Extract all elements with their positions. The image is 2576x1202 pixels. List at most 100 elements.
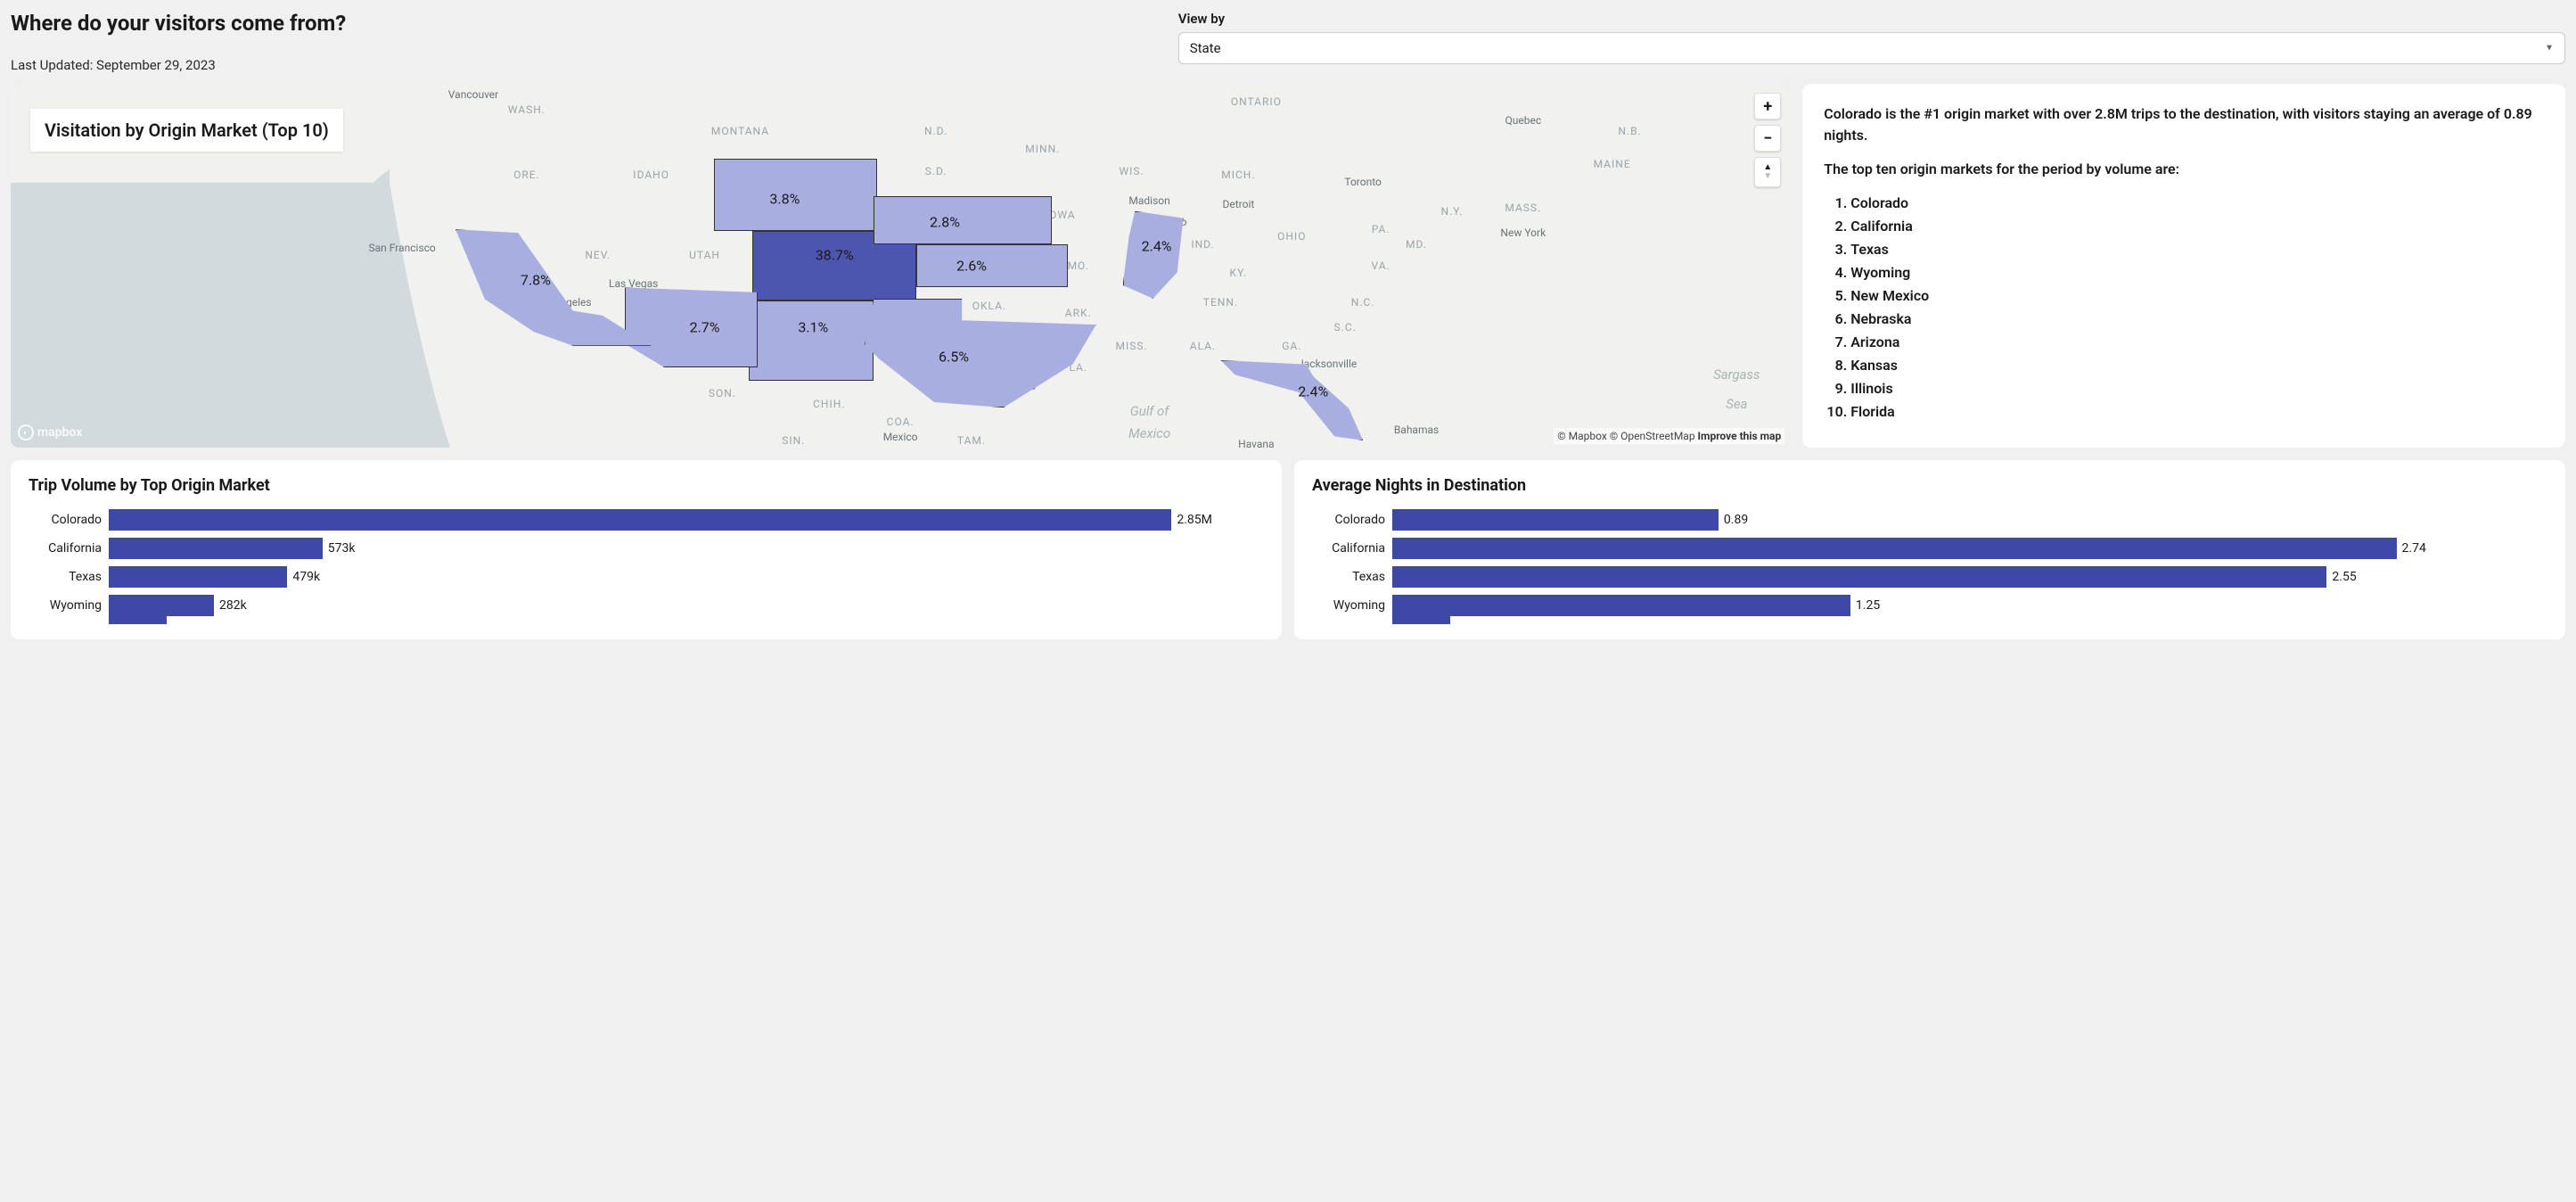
- bar-track: 479k: [109, 566, 1264, 588]
- state-kansas: [916, 244, 1068, 288]
- charts-row: Trip Volume by Top Origin Market Colorad…: [11, 460, 2565, 639]
- mapbox-logo: ◐ mapbox: [18, 424, 82, 440]
- bar-row: Wyoming 282k: [29, 593, 1264, 618]
- bg-state-label: S.D.: [925, 165, 948, 177]
- bg-state-label: KY.: [1230, 267, 1248, 279]
- list-item: Illinois: [1850, 378, 2544, 399]
- bar-row: California 573k: [29, 536, 1264, 561]
- bg-state-label: MO.: [1068, 259, 1089, 272]
- bg-state-label: SON.: [709, 387, 736, 399]
- bg-state-label: MISS.: [1116, 340, 1148, 352]
- chart-avg-nights: Average Nights in Destination Colorado0.…: [1294, 460, 2565, 639]
- bar-row: Colorado0.89: [1312, 507, 2547, 532]
- bar-track: 282k: [109, 595, 1264, 616]
- list-item: New Mexico: [1850, 285, 2544, 307]
- header-left: Where do your visitors come from? Last U…: [11, 11, 1161, 73]
- bar-fill: [1392, 509, 1719, 531]
- bar-value: 282k: [214, 598, 247, 613]
- bg-state-label: MICH.: [1221, 169, 1255, 181]
- bg-city-label: Detroit: [1222, 198, 1254, 210]
- bar-value: 573k: [323, 541, 356, 556]
- bar-track: 573k: [109, 538, 1264, 559]
- bg-state-label: PA.: [1372, 223, 1391, 235]
- attrib-improve[interactable]: Improve this map: [1698, 430, 1782, 442]
- bg-city-label: Vancouver: [448, 88, 498, 101]
- compass-button[interactable]: ▲▼: [1754, 157, 1781, 187]
- last-updated: Last Updated: September 29, 2023: [11, 57, 1161, 73]
- water-label: Gulf of: [1130, 403, 1169, 419]
- bg-state-label: MAINE: [1594, 158, 1631, 170]
- list-item: Kansas: [1850, 355, 2544, 376]
- bar-label: Texas: [29, 570, 109, 584]
- top-panels: 38.7%7.8%6.5%3.8%3.1%2.8%2.7%2.6%2.4%2.4…: [11, 84, 2565, 448]
- bar-label: Wyoming: [1312, 598, 1392, 613]
- water-label: Mexico: [1128, 425, 1170, 441]
- bar-track: 1.25: [1392, 595, 2547, 616]
- bar-track: 2.74: [1392, 538, 2547, 559]
- bg-state-label: OKLA.: [972, 300, 1006, 312]
- bar-track: 2.85M: [109, 509, 1264, 531]
- bg-city-label: Madison: [1128, 194, 1169, 207]
- zoom-in-button[interactable]: +: [1754, 93, 1781, 119]
- bg-state-label: MONTANA: [711, 125, 769, 137]
- chart-title-0: Trip Volume by Top Origin Market: [29, 476, 1264, 495]
- bar-row: Wyoming 1.25: [1312, 593, 2547, 618]
- attrib-osm[interactable]: © OpenStreetMap: [1610, 430, 1695, 442]
- bg-city-label: San Francisco: [369, 242, 436, 254]
- bar-value: 2.55: [2326, 570, 2356, 584]
- bar-value: 479k: [287, 570, 320, 584]
- bar-fill: [109, 538, 323, 559]
- bar-value: 1.25: [1850, 598, 1880, 613]
- bg-state-label: UTAH: [689, 249, 720, 261]
- chart-0-bars: Colorado2.85MCalifornia 573k Texas 479k Wyom…: [29, 507, 1264, 630]
- bar-label: Wyoming: [29, 598, 109, 613]
- info-panel: Colorado is the #1 origin market with ov…: [1802, 84, 2565, 448]
- list-item: Florida: [1850, 401, 2544, 423]
- bg-state-label: WIS.: [1120, 165, 1144, 177]
- water-label: Sargass: [1713, 366, 1760, 383]
- bg-state-label: TENN.: [1203, 296, 1238, 309]
- bar-label: Colorado: [29, 513, 109, 527]
- bar-label: California: [29, 541, 109, 556]
- bg-city-label: Toronto: [1344, 176, 1382, 188]
- bg-state-label: MINN.: [1025, 143, 1060, 155]
- page-title: Where do your visitors come from?: [11, 11, 1161, 36]
- bg-state-label: ALA.: [1190, 340, 1216, 352]
- bg-city-label: Bahamas: [1394, 424, 1439, 436]
- bg-state-label: ARK.: [1065, 307, 1092, 319]
- state-wyoming: [714, 159, 878, 232]
- chart-trip-volume: Trip Volume by Top Origin Market Colorad…: [11, 460, 1282, 639]
- mapbox-logo-text: mapbox: [37, 425, 82, 440]
- bar-fill: [109, 509, 1171, 531]
- bg-state-label: CHIH.: [813, 398, 845, 410]
- info-top10-list: ColoradoCaliforniaTexasWyomingNew Mexico…: [1824, 193, 2544, 423]
- list-item: Nebraska: [1850, 309, 2544, 330]
- bg-city-label: Quebec: [1505, 114, 1541, 127]
- bg-state-label: GA.: [1282, 340, 1301, 352]
- bar-track: 0.89: [1392, 509, 2547, 531]
- info-summary-1: Colorado is the #1 origin market with ov…: [1824, 103, 2544, 146]
- bar-label: California: [1312, 541, 1392, 556]
- bar-fill: [109, 595, 214, 616]
- attrib-mapbox[interactable]: © Mapbox: [1557, 430, 1607, 442]
- map-title: Visitation by Origin Market (Top 10): [30, 109, 343, 152]
- bar-row: Texas2.55: [1312, 564, 2547, 589]
- bg-state-label: MASS.: [1505, 202, 1541, 214]
- bg-state-label: VA.: [1371, 259, 1390, 272]
- zoom-out-button[interactable]: −: [1754, 125, 1781, 152]
- map-panel[interactable]: 38.7%7.8%6.5%3.8%3.1%2.8%2.7%2.6%2.4%2.4…: [11, 84, 1790, 448]
- bg-state-label: MD.: [1406, 238, 1427, 251]
- chart-1-bars: Colorado0.89 California2.74 Texas2.55 Wyomi…: [1312, 507, 2547, 630]
- bg-state-label: IND.: [1191, 238, 1214, 251]
- viewby-select[interactable]: State ▼: [1178, 32, 2565, 64]
- list-item: Wyoming: [1850, 262, 2544, 284]
- bg-state-label: N.C.: [1351, 296, 1375, 309]
- bg-city-label: Mexico: [883, 431, 918, 443]
- bg-state-label: S.C.: [1334, 321, 1357, 333]
- list-item: Arizona: [1850, 332, 2544, 353]
- bar-value: 0.89: [1719, 513, 1748, 527]
- state-nebraska: [874, 196, 1052, 243]
- bg-state-label: COA.: [887, 416, 915, 428]
- bg-state-label: NEV.: [585, 249, 611, 261]
- bg-state-label: OHIO: [1277, 230, 1306, 243]
